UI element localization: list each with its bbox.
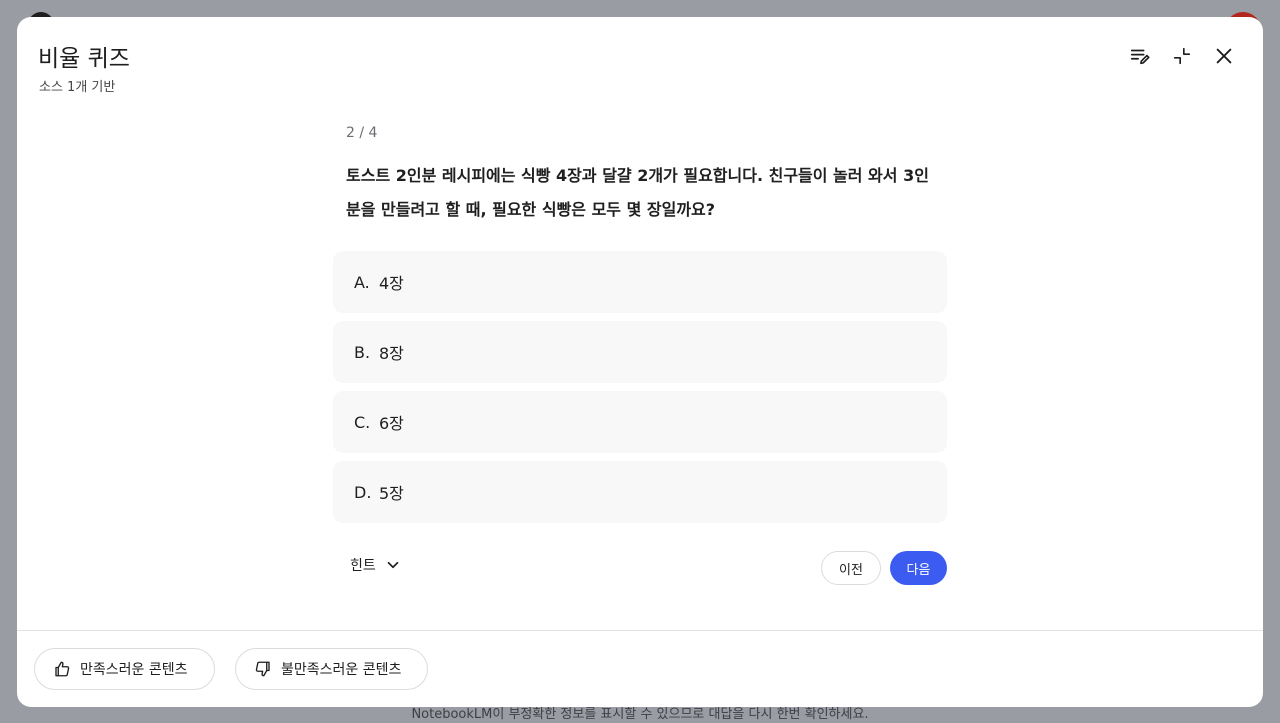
- thumbs-up-label: 만족스러운 콘텐츠: [80, 662, 188, 678]
- collapse-icon[interactable]: [1167, 41, 1197, 71]
- option-text: 6장: [379, 414, 404, 433]
- quiz-modal: 비율 퀴즈 소스 1개 기반 2 / 4 토스트 2인분 레시피에는 식빵 4장…: [17, 17, 1263, 707]
- answer-option-b[interactable]: B. 8장: [333, 321, 947, 383]
- navigation-buttons: 이전 다음: [821, 551, 947, 585]
- modal-subtitle: 소스 1개 기반: [39, 80, 116, 95]
- thumbs-down-label: 불만족스러운 콘텐츠: [281, 662, 402, 678]
- next-button[interactable]: 다음: [890, 551, 947, 585]
- option-text: 5장: [379, 484, 404, 503]
- thumbs-down-button[interactable]: 불만족스러운 콘텐츠: [235, 648, 429, 690]
- answer-option-d[interactable]: D. 5장: [333, 461, 947, 523]
- option-letter: B.: [354, 342, 371, 362]
- option-text: 8장: [379, 344, 404, 363]
- answer-options: A. 4장 B. 8장 C. 6장 D. 5장: [333, 251, 947, 523]
- previous-button[interactable]: 이전: [821, 551, 881, 585]
- option-letter: C.: [354, 412, 371, 432]
- thumbs-down-icon: [255, 661, 270, 677]
- question-text: 토스트 2인분 레시피에는 식빵 4장과 달걀 2개가 필요합니다. 친구들이 …: [346, 166, 929, 219]
- answer-option-a[interactable]: A. 4장: [333, 251, 947, 313]
- quiz-panel: 2 / 4 토스트 2인분 레시피에는 식빵 4장과 달걀 2개가 필요합니다.…: [333, 125, 947, 585]
- option-text: 4장: [379, 274, 404, 293]
- option-letter: A.: [354, 272, 370, 292]
- answer-option-c[interactable]: C. 6장: [333, 391, 947, 453]
- quiz-footer: 힌트 이전 다음: [333, 551, 947, 585]
- option-letter: D.: [354, 482, 372, 502]
- close-icon[interactable]: [1209, 41, 1239, 71]
- hint-toggle[interactable]: 힌트: [350, 555, 402, 575]
- hint-label: 힌트: [350, 558, 376, 574]
- modal-title: 비율 퀴즈: [38, 46, 130, 72]
- question-progress: 2 / 4: [346, 125, 378, 141]
- feedback-bar: 만족스러운 콘텐츠 불만족스러운 콘텐츠: [17, 630, 1263, 707]
- edit-list-icon[interactable]: [1125, 41, 1155, 71]
- header-actions: [1125, 41, 1239, 71]
- chevron-down-icon: [387, 561, 399, 569]
- thumbs-up-icon: [55, 661, 70, 677]
- thumbs-up-button[interactable]: 만족스러운 콘텐츠: [34, 648, 215, 690]
